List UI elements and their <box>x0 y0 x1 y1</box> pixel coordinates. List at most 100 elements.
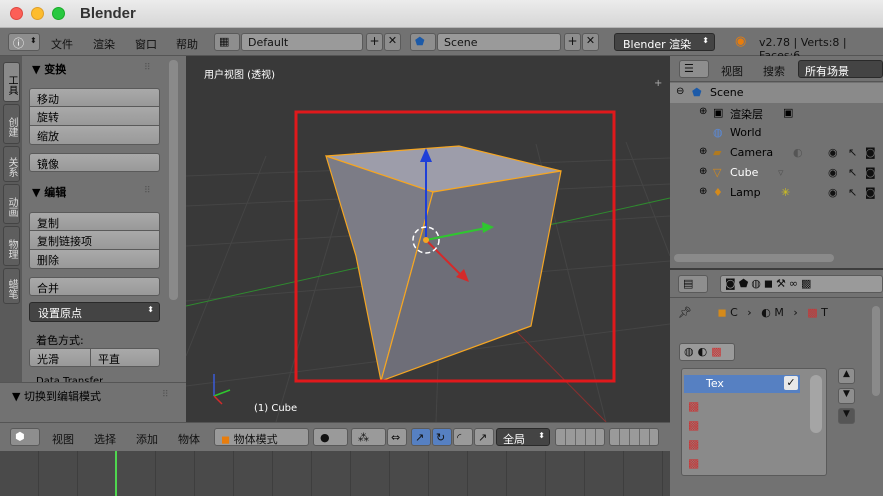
renderable-camera-icon[interactable]: ◙ <box>865 146 876 159</box>
set-origin-dropdown[interactable]: 设置原点 ⬍ <box>29 302 160 322</box>
menu-view[interactable]: 视图 <box>721 63 743 79</box>
tab-grease-pencil[interactable]: 蜡笔 <box>3 268 20 304</box>
other-texture-icon[interactable]: ▩ <box>711 345 725 358</box>
interaction-mode-select[interactable]: ◼ 物体模式 <box>214 428 309 446</box>
duplicate-linked-button[interactable]: 复制链接项 <box>29 231 160 250</box>
selectable-cursor-icon[interactable]: ↖ <box>848 166 857 179</box>
drag-grip-icon[interactable]: ⠿ <box>144 186 151 196</box>
visibility-eye-icon[interactable]: ◉ <box>828 166 838 179</box>
tab-create[interactable]: 创建 <box>3 104 20 144</box>
editor-type-selector[interactable]: ☰ <box>679 60 709 78</box>
texture-type-buttons[interactable]: ◍◐▩ <box>679 343 735 361</box>
shading-select[interactable]: ● <box>313 428 348 446</box>
transform-orientation-select[interactable]: 全局 ⬍ <box>496 428 550 446</box>
world-tab-icon[interactable]: ◍ <box>751 277 764 290</box>
context-tabs[interactable]: ◙⬟◍◼⚒∞▩ <box>720 275 883 293</box>
constraint-tab-icon[interactable]: ∞ <box>789 277 801 290</box>
outliner-row-world[interactable]: ◍ World <box>670 123 883 143</box>
current-frame-indicator[interactable] <box>115 451 117 496</box>
outliner-row-scene[interactable]: ⊖ ⬟ Scene <box>670 83 883 103</box>
tab-animation[interactable]: 动画 <box>3 184 20 224</box>
texture-enabled-checkbox[interactable]: ✓ <box>784 376 798 390</box>
texture-slot-active[interactable]: Tex ✓ <box>684 375 800 393</box>
editor-type-selector[interactable]: ⬢ <box>10 428 40 446</box>
renderable-camera-icon[interactable]: ◙ <box>865 166 876 179</box>
scene-field[interactable]: Scene <box>437 33 561 51</box>
texture-tab-icon[interactable]: ▩ <box>801 277 814 290</box>
join-button[interactable]: 合并 <box>29 277 160 296</box>
mirror-button[interactable]: 镜像 <box>29 153 160 172</box>
translate-manipulator-button[interactable]: ↗ <box>411 428 431 446</box>
display-mode-select[interactable]: 所有场景 <box>798 60 883 78</box>
menu-window[interactable]: 窗口 <box>135 36 157 52</box>
add-scene-icon[interactable]: + <box>564 33 581 51</box>
menu-file[interactable]: 文件 <box>51 36 73 52</box>
outliner-scrollbar[interactable] <box>674 254 834 262</box>
tab-relations[interactable]: 关系 <box>3 146 20 182</box>
minimize-window-button[interactable] <box>31 7 44 20</box>
visibility-eye-icon[interactable]: ◉ <box>828 186 838 199</box>
duplicate-button[interactable]: 复制 <box>29 212 160 231</box>
texture-slot-list[interactable]: Tex ✓ ▩ ▩ ▩ ▩ <box>681 368 827 476</box>
render-tab-icon[interactable]: ◙ <box>725 277 739 290</box>
selectable-cursor-icon[interactable]: ↖ <box>848 146 857 159</box>
zoom-window-button[interactable] <box>52 7 65 20</box>
texture-slot-scrollbar[interactable] <box>810 375 822 433</box>
rotate-button[interactable]: 旋转 <box>29 107 160 126</box>
editor-type-selector[interactable]: ⓘ ⬍ <box>8 33 40 51</box>
pivot-select[interactable]: ⁂ <box>351 428 386 446</box>
slot-specials-icon[interactable]: ▼ <box>838 408 855 424</box>
properties-toggle-icon[interactable]: + <box>654 78 666 90</box>
menu-add[interactable]: 添加 <box>136 431 158 447</box>
scene-selector[interactable]: ⬟ <box>410 33 436 51</box>
rotate-manipulator-button[interactable]: ↻ <box>432 428 452 446</box>
menu-select[interactable]: 选择 <box>94 431 116 447</box>
screen-layout-field[interactable]: Default <box>241 33 363 51</box>
world-texture-icon[interactable]: ◍ <box>684 345 698 358</box>
shade-smooth-button[interactable]: 光滑 <box>29 348 91 367</box>
manipulator-toggle[interactable]: ⇔ <box>387 428 407 446</box>
expand-icon[interactable]: ⊕ <box>699 166 707 177</box>
menu-help[interactable]: 帮助 <box>176 36 198 52</box>
operator-panel-header[interactable]: ▼ 切换到编辑模式 <box>12 388 101 404</box>
scale-button[interactable]: 缩放 <box>29 126 160 145</box>
scene-tab-icon[interactable]: ⬟ <box>739 277 752 290</box>
selectable-cursor-icon[interactable]: ↖ <box>848 186 857 199</box>
tab-tools[interactable]: 工具 <box>3 62 20 102</box>
drag-grip-icon[interactable]: ⠿ <box>162 390 169 400</box>
move-slot-down-icon[interactable]: ▼ <box>838 388 855 404</box>
transform-panel-header[interactable]: ▼ 变换 <box>32 61 66 77</box>
delete-button[interactable]: 删除 <box>29 250 160 269</box>
move-button[interactable]: 移动 <box>29 88 160 107</box>
properties-scrollbar[interactable] <box>872 306 880 396</box>
modifier-tab-icon[interactable]: ⚒ <box>776 277 789 290</box>
menu-object[interactable]: 物体 <box>178 431 200 447</box>
tab-physics[interactable]: 物理 <box>3 226 20 266</box>
move-slot-up-icon[interactable]: ▲ <box>838 368 855 384</box>
shade-flat-button[interactable]: 平直 <box>91 348 160 367</box>
menu-search[interactable]: 搜索 <box>763 63 785 79</box>
collapse-icon[interactable]: ⊖ <box>676 86 684 97</box>
expand-icon[interactable]: ⊕ <box>699 186 707 197</box>
material-texture-icon[interactable]: ◐ <box>698 345 712 358</box>
remove-screen-icon[interactable]: ✕ <box>384 33 401 51</box>
layer-buttons-1[interactable] <box>555 428 605 446</box>
edit-panel-header[interactable]: ▼ 编辑 <box>32 184 66 200</box>
tool-shelf-scrollbar[interactable] <box>169 60 178 300</box>
layer-buttons-2[interactable] <box>609 428 659 446</box>
add-screen-icon[interactable]: + <box>366 33 383 51</box>
renderable-camera-icon[interactable]: ◙ <box>865 186 876 199</box>
menu-view[interactable]: 视图 <box>52 431 74 447</box>
editor-type-selector[interactable]: ▤ <box>678 275 708 293</box>
expand-icon[interactable]: ⊕ <box>699 146 707 157</box>
pin-icon[interactable]: 📌︎ <box>678 306 692 319</box>
object-tab-icon[interactable]: ◼ <box>764 277 776 290</box>
menu-render[interactable]: 渲染 <box>93 36 115 52</box>
transform-orientation-button[interactable]: ↗ <box>474 428 494 446</box>
drag-grip-icon[interactable]: ⠿ <box>144 63 151 73</box>
screen-layout-selector[interactable]: ▦ <box>214 33 240 51</box>
remove-scene-icon[interactable]: ✕ <box>582 33 599 51</box>
timeline-area[interactable] <box>0 451 670 496</box>
outliner-row-render-layers[interactable]: ⊕ ▣ 渲染层 ▣ <box>670 103 883 123</box>
scale-manipulator-button[interactable]: ◜ <box>453 428 473 446</box>
